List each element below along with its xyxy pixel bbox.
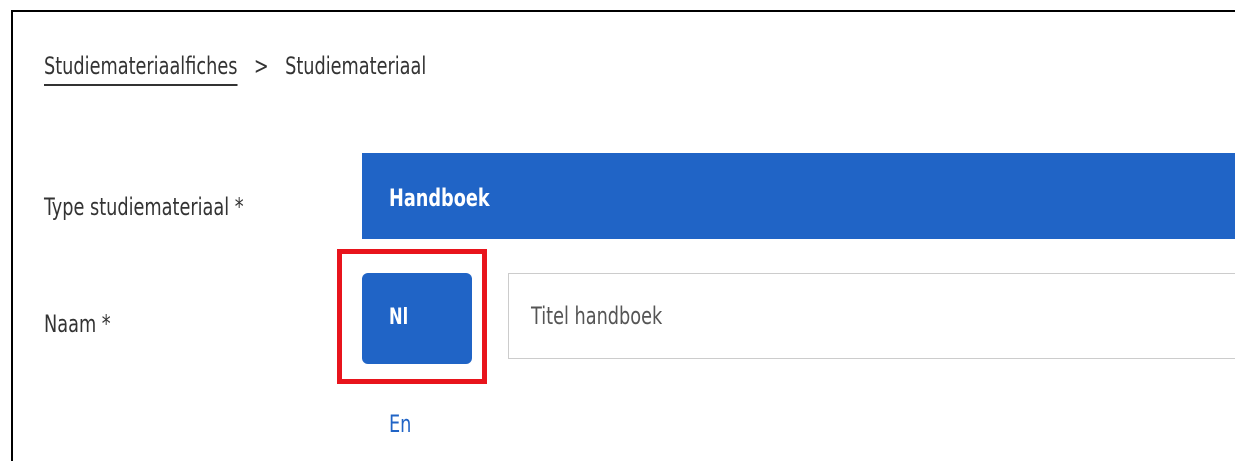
- language-tab-nl-label: Nl: [389, 305, 409, 330]
- language-tab-en[interactable]: En: [389, 410, 411, 438]
- title-input-placeholder: Titel handboek: [531, 302, 663, 330]
- type-select[interactable]: Handboek: [362, 153, 1235, 239]
- breadcrumb-separator: >: [253, 52, 269, 80]
- type-label: Type studiemateriaal *: [44, 193, 244, 221]
- name-label: Naam *: [44, 310, 111, 338]
- breadcrumb-current: Studiemateriaal: [285, 52, 427, 80]
- breadcrumb-link-studiemateriaalfiches[interactable]: Studiemateriaalfiches: [44, 52, 238, 86]
- title-input[interactable]: Titel handboek: [508, 273, 1235, 359]
- breadcrumb: Studiemateriaalfiches > Studiemateriaal: [44, 52, 426, 86]
- type-select-value: Handboek: [389, 184, 490, 212]
- language-tab-nl[interactable]: Nl: [362, 273, 472, 364]
